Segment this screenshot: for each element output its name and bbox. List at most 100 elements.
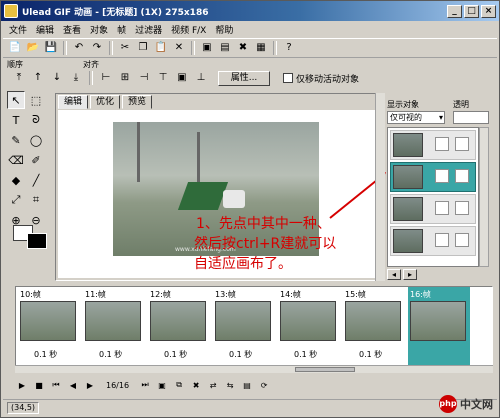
reverse-icon[interactable]: ⇆ [223, 378, 237, 392]
line-tool-icon[interactable]: ╱ [27, 171, 45, 189]
pointer-tool-icon[interactable]: ↖ [7, 91, 25, 109]
menu-view[interactable]: 查看 [63, 23, 81, 36]
object-lock-toggle[interactable] [455, 169, 469, 183]
move-active-only-checkbox[interactable] [283, 73, 293, 83]
menu-help[interactable]: 帮助 [215, 23, 233, 36]
copy-icon[interactable]: ❐ [135, 40, 151, 56]
help-icon[interactable]: ? [281, 40, 297, 56]
tab-edit[interactable]: 编辑 [58, 95, 89, 109]
foreground-color-swatch[interactable] [27, 233, 47, 249]
tab-optimize[interactable]: 优化 [90, 95, 121, 109]
align-right-icon[interactable]: ⊣ [136, 70, 152, 86]
add-frame-icon[interactable]: ▣ [155, 378, 169, 392]
stop-icon[interactable]: ■ [32, 378, 46, 392]
play-icon[interactable]: ▶ [15, 378, 29, 392]
object-visibility-toggle[interactable] [435, 233, 449, 247]
eraser-tool-icon[interactable]: ⌫ [7, 151, 25, 169]
frame-item-selected[interactable]: 16:帧 [408, 287, 470, 371]
previous-frame-icon[interactable]: ◀ [66, 378, 80, 392]
redo-icon[interactable]: ↷ [89, 40, 105, 56]
crop-tool-icon[interactable]: ⌗ [27, 191, 45, 209]
lasso-tool-icon[interactable]: ᘐ [27, 111, 45, 129]
canvas-area[interactable]: www.xunlefang.com 1、先点中其中一种、 然后按ctrl+R建就… [58, 110, 386, 278]
delete-frame-icon[interactable]: ✖ [235, 40, 251, 56]
frame-item[interactable]: 10:帧 0.1 秒 [18, 287, 80, 371]
align-center-icon[interactable]: ⊞ [117, 70, 133, 86]
eyedropper-tool-icon[interactable]: ✐ [27, 151, 45, 169]
paintbrush-tool-icon[interactable]: ✎ [7, 131, 25, 149]
ellipse-tool-icon[interactable]: ◯ [27, 131, 45, 149]
frame-item[interactable]: 14:帧 0.1 秒 [278, 287, 340, 371]
object-lock-toggle[interactable] [455, 233, 469, 247]
next-frame-icon[interactable]: ▶ [83, 378, 97, 392]
add-frame-icon[interactable]: ▣ [199, 40, 215, 56]
close-button[interactable]: × [481, 4, 496, 18]
menu-object[interactable]: 对象 [90, 23, 108, 36]
fill-tool-icon[interactable]: ◆ [7, 171, 25, 189]
list-item[interactable] [390, 130, 476, 160]
object-visibility-toggle[interactable] [435, 169, 449, 183]
object-visibility-toggle[interactable] [435, 201, 449, 215]
frame-item[interactable]: 15:帧 0.1 秒 [343, 287, 405, 371]
scrollbar-thumb[interactable] [295, 367, 355, 372]
opacity-field[interactable] [453, 111, 489, 124]
object-visibility-toggle[interactable] [435, 137, 449, 151]
duplicate-frame-icon[interactable]: ⧉ [172, 378, 186, 392]
transform-tool-icon[interactable]: ⤢ [7, 191, 25, 209]
cut-icon[interactable]: ✂ [117, 40, 133, 56]
frame-delay[interactable]: 0.1 秒 [294, 349, 317, 360]
maximize-button[interactable]: □ [464, 4, 479, 18]
scroll-right-icon[interactable]: ▸ [403, 269, 417, 280]
frame-item[interactable]: 12:帧 0.1 秒 [148, 287, 210, 371]
open-icon[interactable]: 📂 [25, 40, 41, 56]
menu-filter[interactable]: 过滤器 [135, 23, 162, 36]
frame-item[interactable]: 11:帧 0.1 秒 [83, 287, 145, 371]
delete-icon[interactable]: ✕ [171, 40, 187, 56]
bring-to-front-icon[interactable]: ⤒ [11, 70, 27, 86]
send-backward-icon[interactable]: ↓ [49, 70, 65, 86]
list-item[interactable] [390, 194, 476, 224]
frame-properties-icon[interactable]: ▤ [240, 378, 254, 392]
frame-delay[interactable]: 0.1 秒 [34, 349, 57, 360]
marquee-tool-icon[interactable]: ⬚ [27, 91, 45, 109]
object-lock-toggle[interactable] [455, 201, 469, 215]
last-frame-icon[interactable]: ⏭ [138, 378, 152, 392]
object-lock-toggle[interactable] [455, 137, 469, 151]
tween-icon[interactable]: ⇄ [206, 378, 220, 392]
object-list-scrollbar[interactable] [479, 127, 489, 267]
bring-forward-icon[interactable]: ↑ [30, 70, 46, 86]
menu-video-fx[interactable]: 视频 F/X [171, 23, 206, 36]
frame-delay[interactable]: 0.1 秒 [229, 349, 252, 360]
visibility-select[interactable]: 仅可视的 [387, 111, 445, 124]
list-item[interactable] [390, 162, 476, 192]
align-left-icon[interactable]: ⊢ [98, 70, 114, 86]
scroll-left-icon[interactable]: ◂ [387, 269, 401, 280]
menu-edit[interactable]: 编辑 [36, 23, 54, 36]
menu-file[interactable]: 文件 [9, 23, 27, 36]
attributes-button[interactable]: 属性... [218, 70, 270, 86]
delete-frame-icon[interactable]: ✖ [189, 378, 203, 392]
frame-delay[interactable]: 0.1 秒 [359, 349, 382, 360]
paste-icon[interactable]: 📋 [153, 40, 169, 56]
align-bottom-icon[interactable]: ⊥ [193, 70, 209, 86]
frame-delay[interactable]: 0.1 秒 [164, 349, 187, 360]
undo-icon[interactable]: ↶ [71, 40, 87, 56]
align-top-icon[interactable]: ⊤ [155, 70, 171, 86]
minimize-button[interactable]: _ [447, 4, 462, 18]
align-middle-icon[interactable]: ▣ [174, 70, 190, 86]
frame-properties-icon[interactable]: ▤ [217, 40, 233, 56]
new-icon[interactable]: 📄 [7, 40, 23, 56]
frame-delay[interactable]: 0.1 秒 [99, 349, 122, 360]
menu-frame[interactable]: 帧 [117, 23, 126, 36]
loop-icon[interactable]: ⟳ [257, 378, 271, 392]
save-icon[interactable]: 💾 [43, 40, 59, 56]
send-to-back-icon[interactable]: ⤓ [68, 70, 84, 86]
frame-item[interactable]: 13:帧 0.1 秒 [213, 287, 275, 371]
text-tool-icon[interactable]: T [7, 111, 25, 129]
frame-horizontal-scrollbar[interactable] [15, 365, 493, 373]
tab-preview[interactable]: 预览 [122, 95, 153, 109]
first-frame-icon[interactable]: ⏮ [49, 378, 63, 392]
image-properties-icon[interactable]: ▦ [253, 40, 269, 56]
list-item[interactable] [390, 226, 476, 256]
editor-vertical-scrollbar[interactable] [375, 93, 385, 281]
